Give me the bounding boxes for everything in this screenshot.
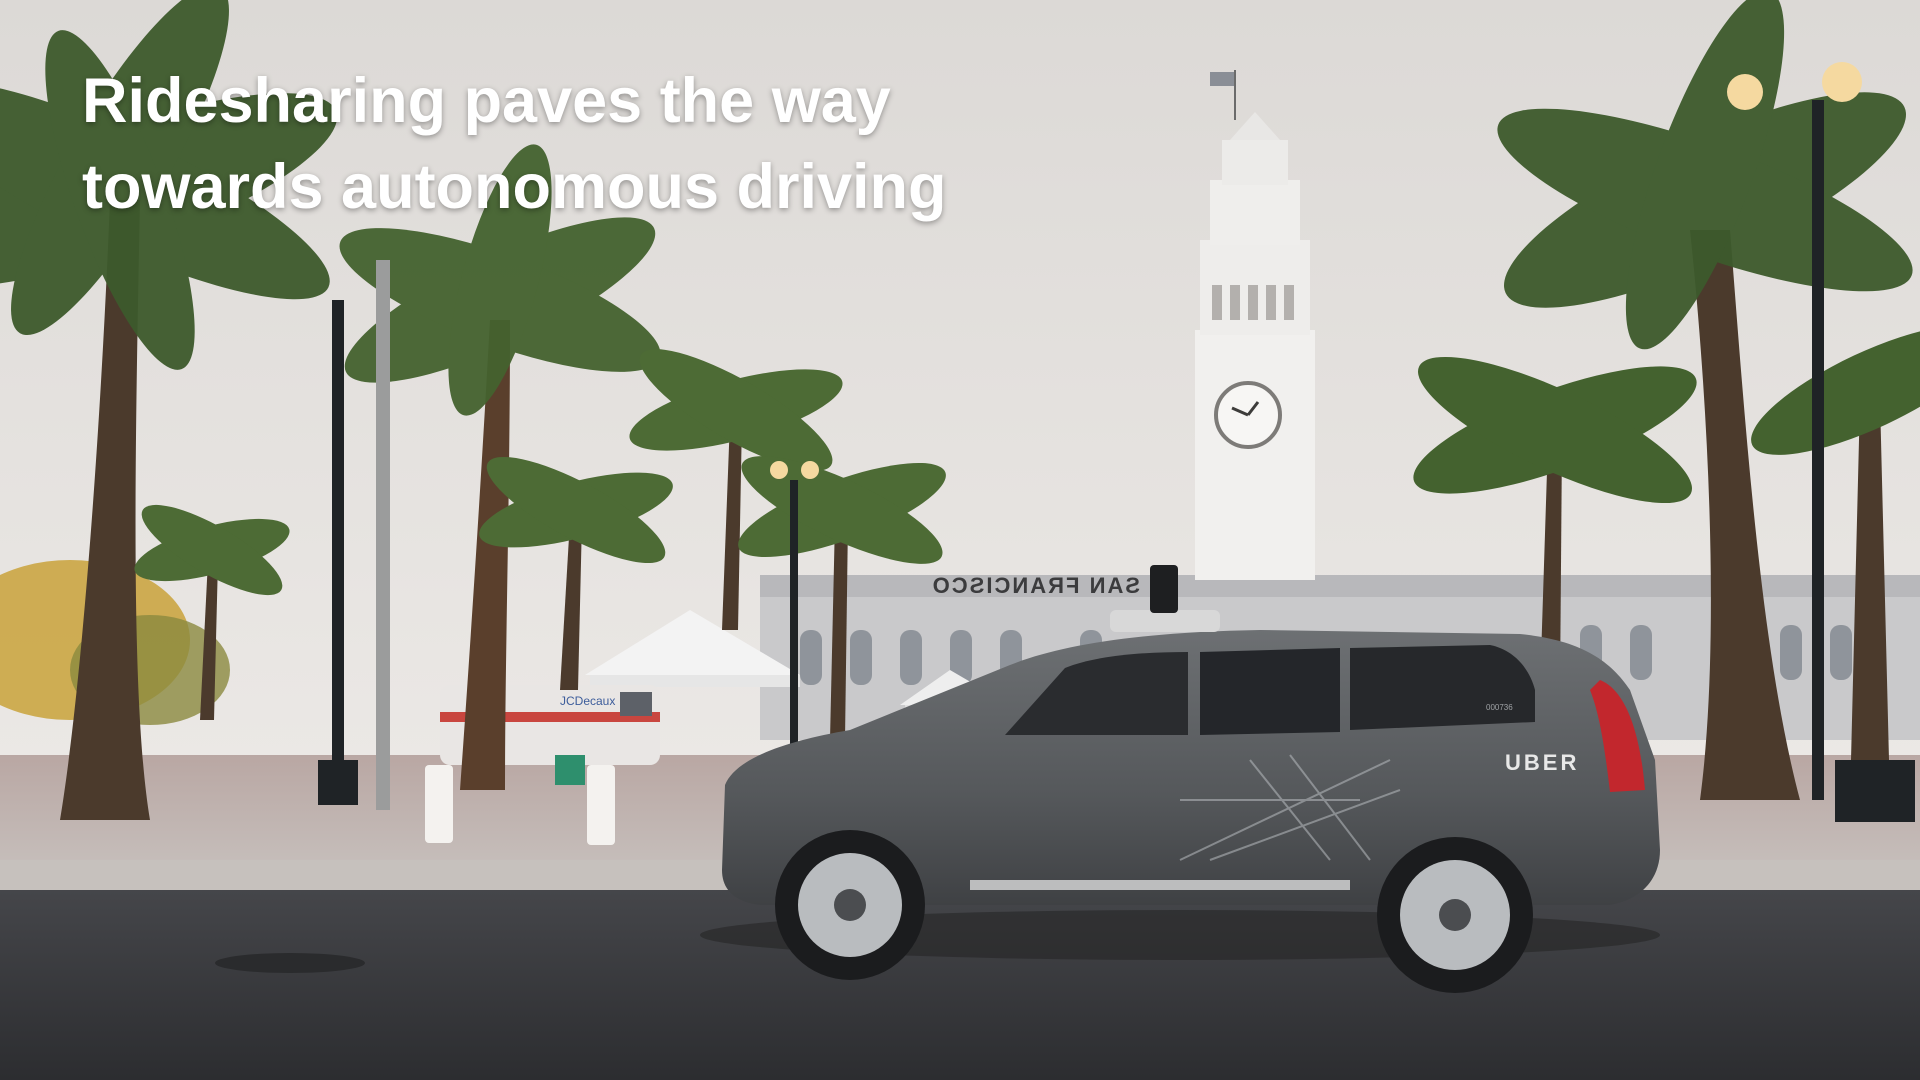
slide-title: Ridesharing paves the way towards autono… bbox=[82, 58, 1382, 230]
bollard bbox=[425, 765, 453, 843]
building-sign-text: SAN FRANCISCO bbox=[931, 573, 1140, 598]
slide-title-line-1: Ridesharing paves the way bbox=[82, 66, 891, 136]
car-id-text: 000736 bbox=[1486, 703, 1513, 712]
van-logo-text: JCDecaux bbox=[560, 694, 615, 708]
slide-title-line-2: towards autonomous driving bbox=[82, 152, 947, 222]
bollard bbox=[587, 765, 615, 845]
car-brand-text: UBER bbox=[1505, 750, 1579, 775]
